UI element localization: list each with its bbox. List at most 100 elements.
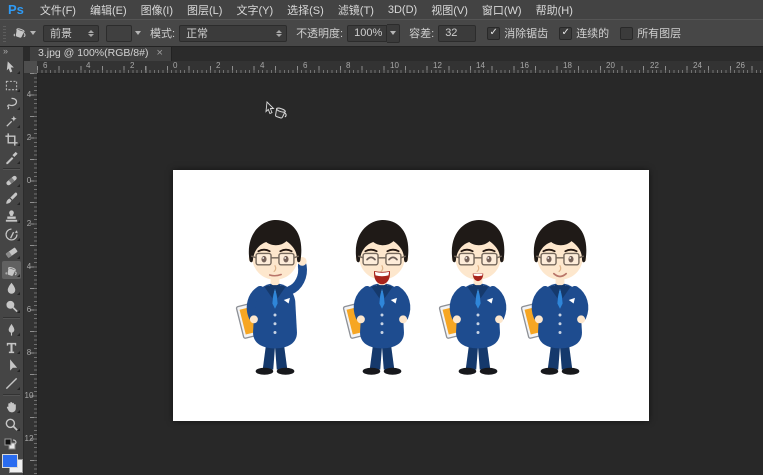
tolerance-label: 容差: [409,25,434,41]
tool-lasso-icon[interactable] [2,94,21,112]
tools-panel: » [0,45,24,475]
chevron-down-icon [135,31,141,35]
ruler-label: 22 [650,62,659,70]
fill-source-select[interactable]: 前景 [43,25,99,42]
cartoon-businessman-neutral [231,213,319,380]
tool-divider [3,394,20,395]
document-canvas[interactable] [173,170,649,421]
fill-source-value: 前景 [50,25,83,41]
tool-path-selection-icon[interactable] [2,356,21,374]
tool-line-icon[interactable] [2,374,21,392]
close-icon[interactable]: × [156,48,162,59]
checkbox-contiguous[interactable]: ✓ 连续的 [559,25,609,41]
cartoon-businessman-laugh [338,213,426,380]
ruler-label: 8 [346,62,350,70]
menu-item-layer[interactable]: 图层(L) [180,0,229,19]
tool-magic-wand-icon[interactable] [2,112,21,130]
ruler-label: 8 [23,349,35,357]
tool-eraser-icon[interactable] [2,243,21,261]
ruler-label: 0 [23,177,35,185]
default-colors-icon[interactable] [4,438,18,452]
ruler-label: 6 [23,306,35,314]
ps-logo: Ps [0,2,33,17]
menu-item-window[interactable]: 窗口(W) [475,0,529,19]
document-tab-title: 3.jpg @ 100%(RGB/8#) [38,47,148,59]
menu-item-type[interactable]: 文字(Y) [229,0,280,19]
ruler-label: 2 [216,62,220,70]
ruler-label: 12 [23,435,35,443]
vertical-ruler[interactable]: 4202468101214 [23,73,38,475]
ruler-label: 0 [173,62,177,70]
ruler-label: 18 [563,62,572,70]
ruler-label: 2 [23,220,35,228]
tool-healing-brush-icon[interactable] [2,171,21,189]
ruler-label: 2 [23,134,35,142]
opacity-label: 不透明度: [296,25,343,41]
tool-crop-icon[interactable] [2,130,21,148]
tool-move-icon[interactable] [2,58,21,76]
ruler-label: 24 [693,62,702,70]
tolerance-value: 32 [445,27,457,39]
options-bar: 前景 模式: 正常 不透明度: 100% 容差: 32 ✓消除锯齿✓连续的所有图… [0,19,763,47]
ruler-label: 20 [606,62,615,70]
paint-bucket-icon [12,24,28,43]
menu-item-file[interactable]: 文件(F) [33,0,83,19]
tool-zoom-icon[interactable] [2,415,21,433]
pattern-swatch [106,25,132,42]
opacity-input[interactable]: 100% [347,25,387,42]
ruler-label: 6 [303,62,307,70]
ruler-label: 14 [476,62,485,70]
color-controls [2,438,21,475]
checkbox-icon[interactable] [620,27,633,40]
tool-pen-icon[interactable] [2,320,21,338]
spinner-icon [276,30,282,37]
tool-dodge-icon[interactable] [2,297,21,315]
checkbox-label: 连续的 [576,25,609,41]
menu-item-select[interactable]: 选择(S) [280,0,331,19]
tool-history-brush-icon[interactable] [2,225,21,243]
opacity-dropdown-button[interactable] [387,24,400,43]
tool-blur-icon[interactable] [2,279,21,297]
mode-value: 正常 [186,25,271,41]
tool-paint-bucket-icon[interactable] [2,261,21,279]
tool-type-icon[interactable] [2,338,21,356]
tolerance-input[interactable]: 32 [438,25,476,42]
mode-label: 模式: [150,25,175,41]
ruler-label: 4 [23,91,35,99]
ruler-label: 2 [130,62,134,70]
mode-select[interactable]: 正常 [179,25,287,42]
checkbox-anti-alias[interactable]: ✓消除锯齿 [487,25,548,41]
menu-item-3d[interactable]: 3D(D) [381,0,424,19]
document-tab-bar: 3.jpg @ 100%(RGB/8#) × [23,45,763,61]
tool-preset-picker[interactable] [12,24,36,43]
menu-bar: Ps 文件(F)编辑(E)图像(I)图层(L)文字(Y)选择(S)滤镜(T)3D… [0,0,763,20]
tool-eyedropper-icon[interactable] [2,148,21,166]
cartoon-businessman-smile [516,213,604,380]
checkbox-label: 所有图层 [637,25,681,41]
checkbox-icon[interactable]: ✓ [487,27,500,40]
ruler-label: 10 [23,392,35,400]
cartoon-businessman-talk [434,213,522,380]
ruler-label: 6 [43,62,47,70]
document-tab[interactable]: 3.jpg @ 100%(RGB/8#) × [30,45,172,61]
options-checkboxes: ✓消除锯齿✓连续的所有图层 [476,25,681,41]
ruler-label: 10 [390,62,399,70]
pattern-picker[interactable] [106,25,141,42]
opacity-value: 100% [354,27,382,39]
tool-marquee-icon[interactable] [2,76,21,94]
photoshop-window: Ps 文件(F)编辑(E)图像(I)图层(L)文字(Y)选择(S)滤镜(T)3D… [0,0,763,475]
horizontal-ruler[interactable]: 64202468101214161820222426 [37,61,763,74]
menu-item-help[interactable]: 帮助(H) [529,0,580,19]
menu-item-edit[interactable]: 编辑(E) [83,0,134,19]
menu-item-filter[interactable]: 滤镜(T) [331,0,381,19]
options-grip[interactable] [3,24,6,42]
checkbox-all-layers[interactable]: 所有图层 [620,25,681,41]
checkbox-icon[interactable]: ✓ [559,27,572,40]
tool-hand-icon[interactable] [2,397,21,415]
menu-item-image[interactable]: 图像(I) [134,0,180,19]
tool-clone-stamp-icon[interactable] [2,207,21,225]
menu-item-view[interactable]: 视图(V) [424,0,475,19]
foreground-color-swatch[interactable] [2,454,18,468]
ruler-label: 26 [736,62,745,70]
tool-brush-icon[interactable] [2,189,21,207]
